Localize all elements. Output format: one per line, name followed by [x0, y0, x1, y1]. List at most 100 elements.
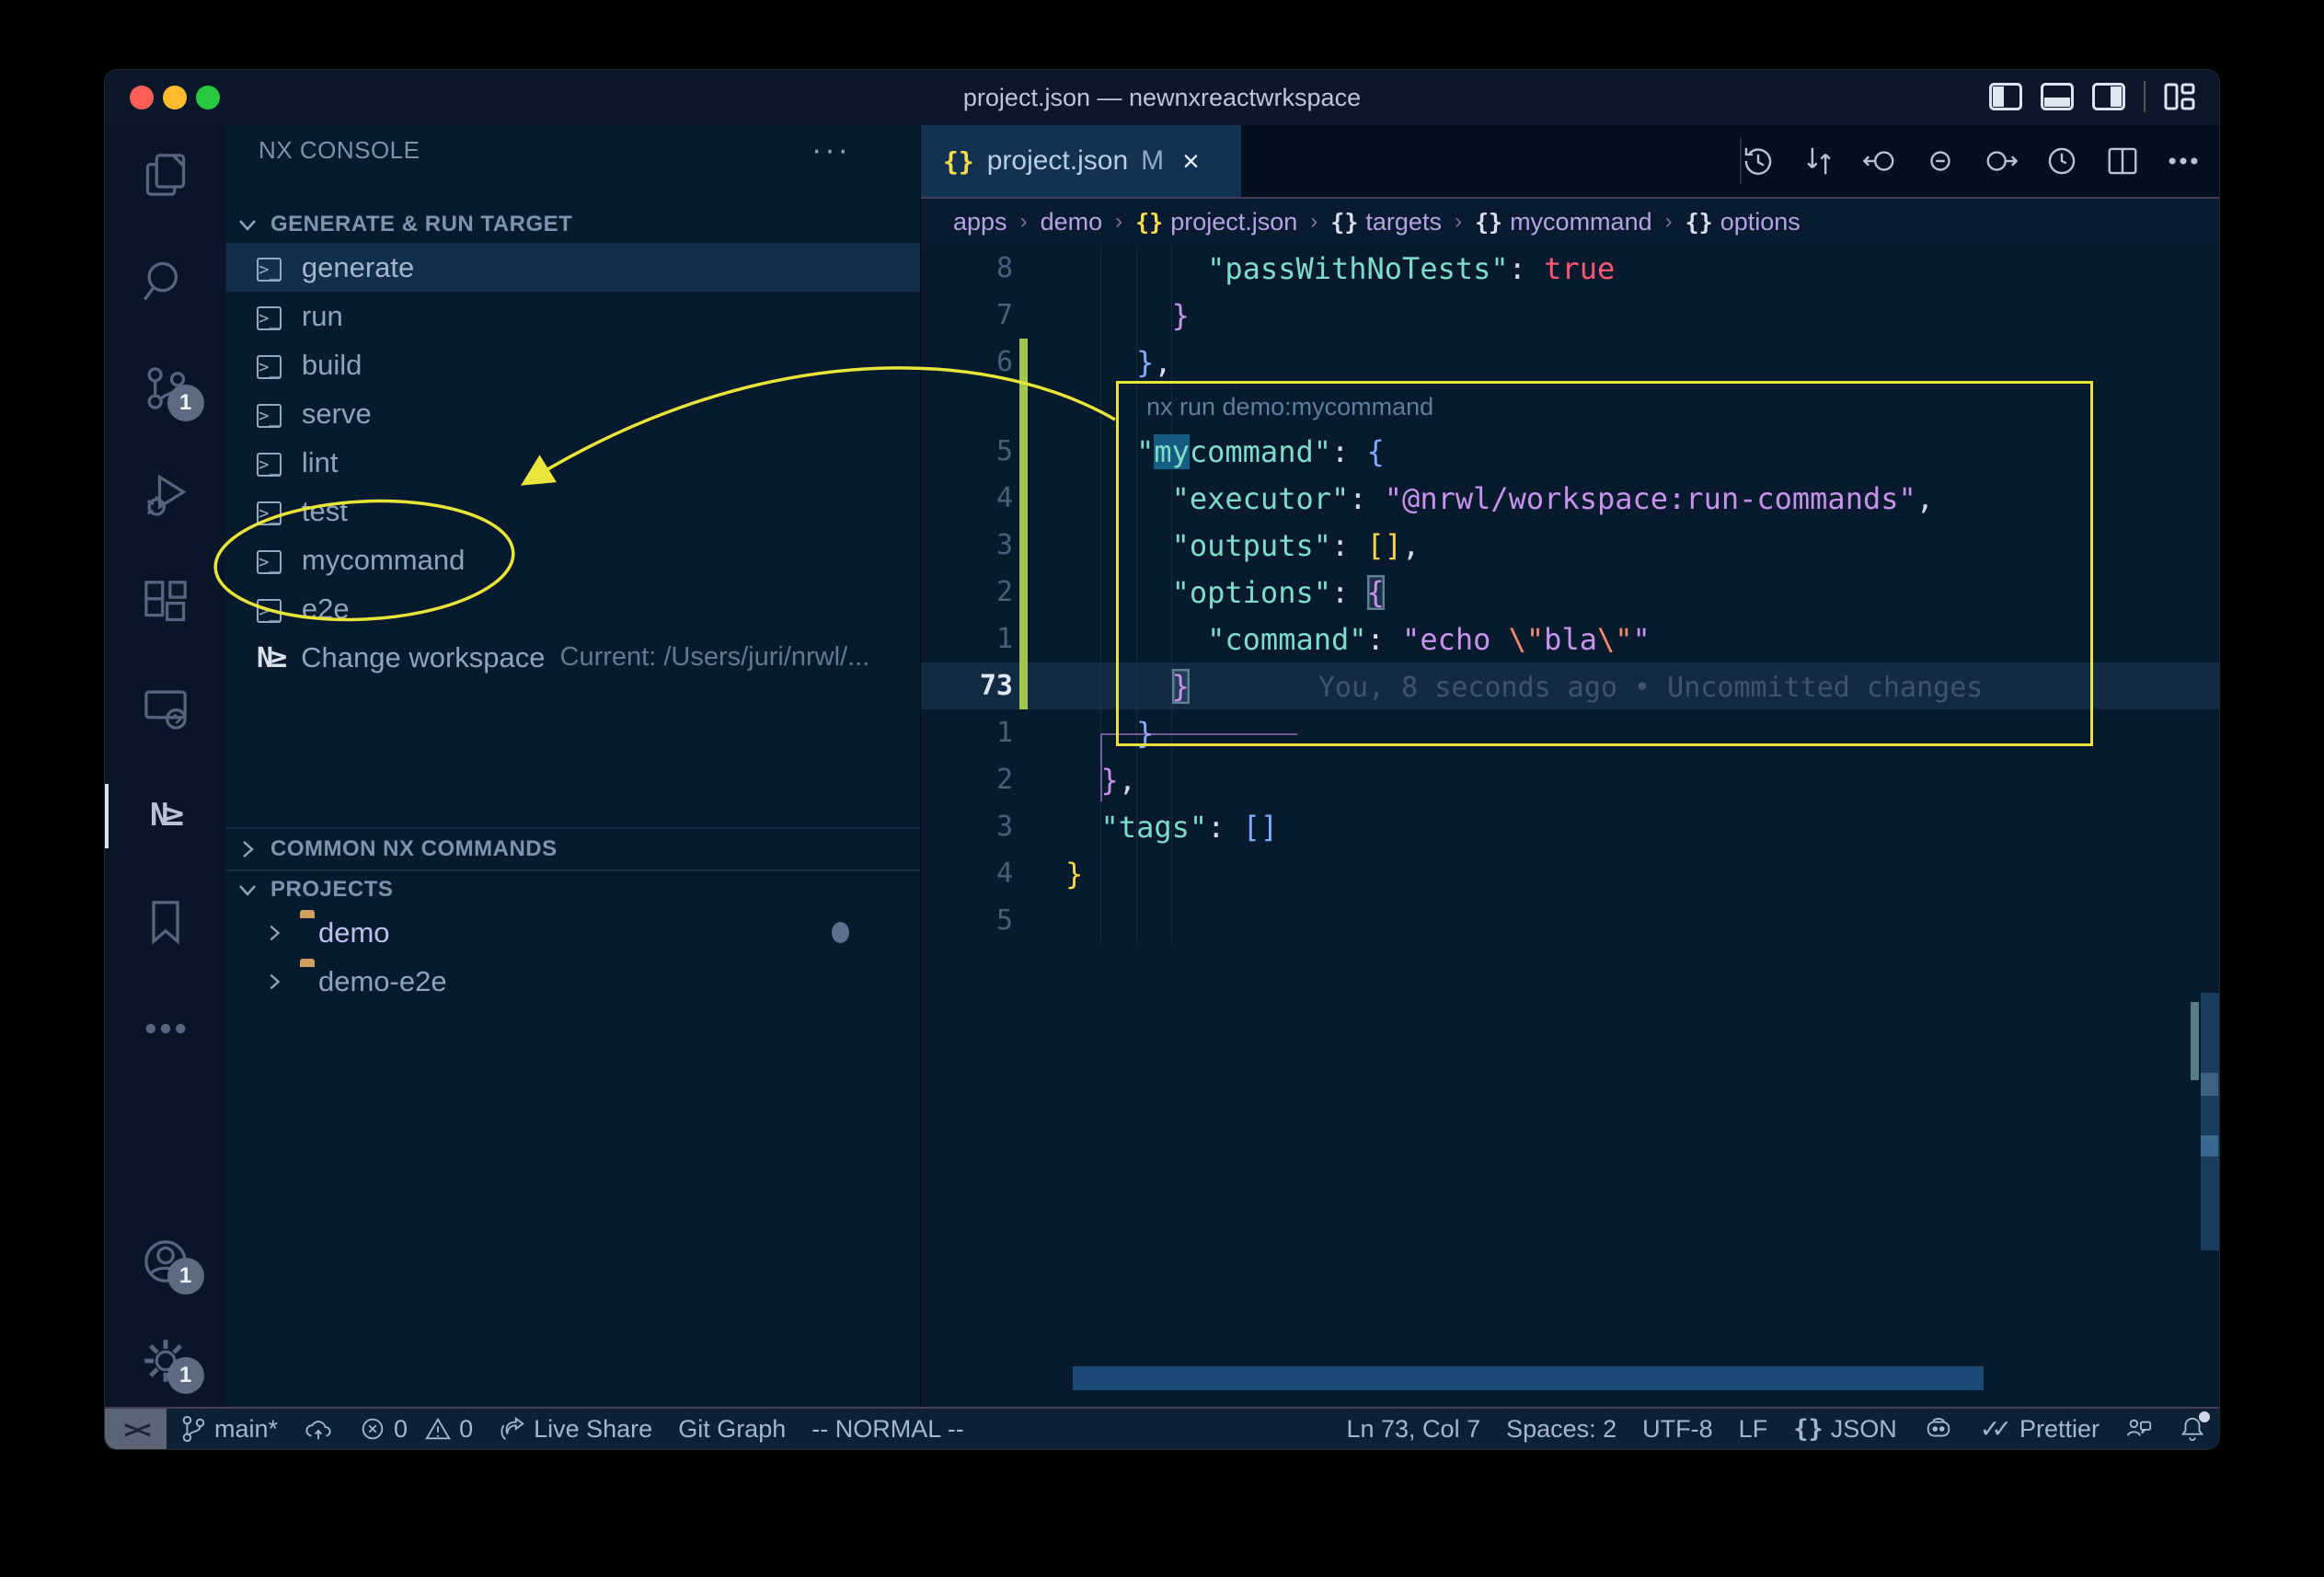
status-label: -- NORMAL -- [811, 1415, 963, 1444]
nx-console-activity-item[interactable]: N≥ [142, 791, 190, 839]
breadcrumb-separator: › [1111, 209, 1126, 235]
line-number: 3 [921, 811, 1013, 843]
close-tab-icon[interactable]: × [1182, 144, 1200, 178]
sidebar-item-test[interactable]: >_test [226, 487, 920, 535]
sidebar-item-build[interactable]: >_build [226, 340, 920, 389]
vertical-scrollbar[interactable] [2201, 993, 2219, 1250]
status-indentation[interactable]: Spaces: 2 [1493, 1409, 1629, 1449]
vscode-window: project.json — newnxreactwrkspace 1N≥ 11… [104, 69, 2220, 1450]
status-notifications[interactable] [2166, 1409, 2219, 1449]
folder-icon [300, 916, 318, 950]
sidebar-item-lint[interactable]: >_lint [226, 438, 920, 487]
status-publish[interactable] [291, 1409, 346, 1449]
sidebar-item-run[interactable]: >_run [226, 292, 920, 340]
chevron-right-icon[interactable] [263, 922, 285, 944]
timer-icon[interactable] [2044, 144, 2079, 178]
next-change-icon[interactable] [1984, 144, 2019, 178]
status-encoding[interactable]: UTF-8 [1629, 1409, 1726, 1449]
folder-icon [300, 965, 318, 998]
status-problems[interactable]: 00 [346, 1409, 486, 1449]
search-activity-item[interactable] [142, 258, 190, 305]
breadcrumb-item-project-json[interactable]: {}project.json [1135, 208, 1297, 236]
status-vim-mode[interactable]: -- NORMAL -- [799, 1409, 976, 1449]
warning-icon [424, 1415, 452, 1443]
project-item-demo-e2e[interactable]: demo-e2e [226, 957, 920, 1006]
section-generate-run-target[interactable]: GENERATE & RUN TARGET [226, 206, 920, 243]
panel-right-icon[interactable] [2092, 83, 2125, 110]
badge: 1 [167, 385, 204, 421]
sidebar-item-e2e[interactable]: >_e2e [226, 584, 920, 633]
source-control-activity-item[interactable]: 1 [142, 364, 190, 412]
breadcrumb-separator: › [1306, 209, 1321, 235]
prev-change-icon[interactable] [1862, 144, 1897, 178]
project-item-demo[interactable]: demo [226, 908, 920, 957]
modified-line-bar [1019, 616, 1028, 662]
more-actions-icon[interactable] [2166, 144, 2201, 178]
code-line: 4} [921, 850, 2220, 897]
line-number: 2 [921, 764, 1013, 796]
sidebar-item-change-workspace[interactable]: N≥Change workspaceCurrent: /Users/juri/n… [226, 633, 920, 682]
code-line: 6 }, [921, 339, 2220, 386]
item-label: e2e [302, 593, 350, 626]
breadcrumb-item-mycommand[interactable]: {}mycommand [1475, 208, 1652, 236]
remote-explorer-activity-item[interactable] [142, 685, 190, 732]
item-label: generate [302, 251, 414, 284]
status-copilot[interactable] [1910, 1409, 1967, 1449]
breadcrumb-separator: › [1662, 209, 1676, 235]
timeline-icon[interactable] [1741, 144, 1776, 178]
json-braces-icon: {} [1793, 1415, 1824, 1444]
more-activity-item[interactable] [142, 1005, 190, 1053]
panel-bottom-icon[interactable] [2041, 83, 2074, 110]
section-projects[interactable]: PROJECTS [226, 871, 920, 908]
sidebar-more-actions-icon[interactable]: ··· [811, 132, 851, 168]
breadcrumb-item-options[interactable]: {}options [1685, 208, 1801, 236]
status-cursor-position[interactable]: Ln 73, Col 7 [1333, 1409, 1493, 1449]
sidebar-item-mycommand[interactable]: >_mycommand [226, 535, 920, 584]
item-label: build [302, 349, 362, 382]
tab-label: project.json [987, 145, 1128, 177]
horizontal-scrollbar[interactable] [1073, 1366, 1984, 1390]
status-eol[interactable]: LF [1726, 1409, 1781, 1449]
status-language-mode[interactable]: {}JSON [1780, 1409, 1910, 1449]
status-git-graph[interactable]: Git Graph [665, 1409, 799, 1449]
settings-gear-activity-item[interactable]: 1 [142, 1337, 190, 1385]
sidebar-nx-console: NX CONSOLE ··· GENERATE & RUN TARGET >_g… [226, 125, 921, 1409]
section-common-nx-commands[interactable]: COMMON NX COMMANDS [226, 827, 920, 871]
panel-left-icon[interactable] [1989, 83, 2022, 110]
chevron-down-icon [236, 213, 259, 236]
customize-layout-icon[interactable] [2164, 83, 2195, 110]
more-icon [142, 1005, 190, 1053]
status-feedback[interactable] [2112, 1409, 2166, 1449]
extensions-activity-item[interactable] [142, 578, 190, 626]
modified-dot [832, 922, 849, 943]
compare-changes-icon[interactable] [1801, 144, 1836, 178]
split-editor-icon[interactable] [2105, 144, 2140, 178]
status-git-branch[interactable]: main* [167, 1409, 291, 1449]
status-label: UTF-8 [1642, 1415, 1713, 1444]
search-icon [142, 258, 190, 305]
bookmarks-activity-item[interactable] [142, 898, 190, 946]
run-debug-activity-item[interactable] [142, 471, 190, 519]
breadcrumb-item-targets[interactable]: {}targets [1330, 208, 1442, 236]
files-activity-item[interactable] [142, 151, 190, 199]
modified-line-bar [1019, 569, 1028, 616]
tab-project-json[interactable]: {} project.json M × [921, 125, 1241, 197]
line-number: 1 [921, 623, 1013, 655]
project-label: demo [318, 916, 390, 950]
modified-line-bar [1019, 428, 1028, 475]
account-activity-item[interactable]: 1 [142, 1237, 190, 1285]
modified-line-bar [1019, 522, 1028, 569]
breadcrumb-item-demo[interactable]: demo [1041, 208, 1103, 236]
code-line: 8 "passWithNoTests": true [921, 245, 2220, 292]
status-prettier[interactable]: ✓✓Prettier [1967, 1409, 2112, 1449]
status-live-share[interactable]: Live Share [486, 1409, 665, 1449]
status-remote-indicator[interactable]: >< [105, 1409, 167, 1449]
layout-controls [1989, 81, 2195, 112]
chevron-right-icon[interactable] [263, 971, 285, 993]
modified-line-bar [1019, 339, 1028, 386]
line-number: 8 [921, 252, 1013, 284]
sidebar-item-generate[interactable]: >_generate [226, 243, 920, 292]
breadcrumb-item-apps[interactable]: apps [953, 208, 1007, 236]
change-icon[interactable] [1923, 144, 1958, 178]
sidebar-item-serve[interactable]: >_serve [226, 389, 920, 438]
